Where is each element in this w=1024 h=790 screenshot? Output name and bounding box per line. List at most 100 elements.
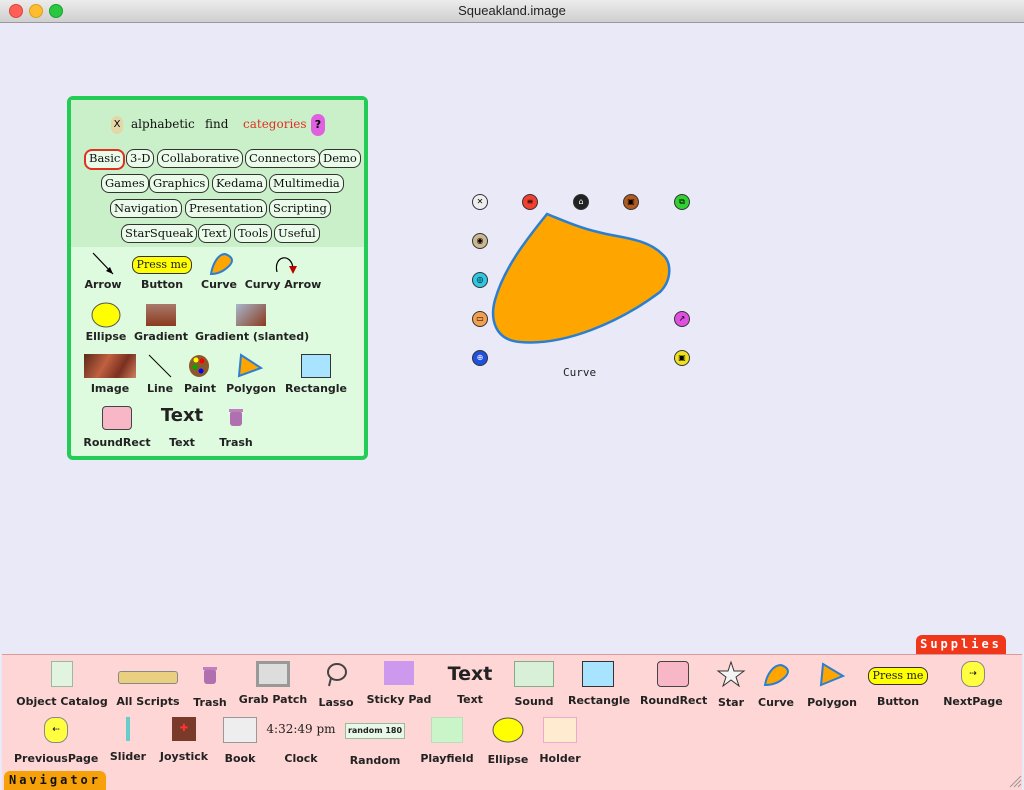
sticky-pad-icon	[384, 661, 414, 685]
supply-nextpage[interactable]: ⇢ NextPage	[942, 661, 1004, 708]
sound-icon	[514, 661, 554, 687]
category-useful[interactable]: Useful	[274, 224, 320, 243]
curve-name-label[interactable]: Curve	[563, 366, 596, 379]
category-basic[interactable]: Basic	[84, 149, 126, 170]
catalog-help-button[interactable]: ?	[311, 114, 325, 136]
category-starsqueak[interactable]: StarSqueak	[121, 224, 198, 243]
halo-viewer-eye-icon[interactable]: ◎	[472, 272, 488, 288]
supply-clock[interactable]: 4:32:49 pm Clock	[264, 717, 338, 765]
supply-grab-patch[interactable]: Grab Patch	[238, 661, 308, 706]
paint-palette-icon	[189, 355, 209, 377]
halo-duplicate-icon[interactable]: ⧉	[674, 194, 690, 210]
supply-rectangle[interactable]: Rectangle	[568, 661, 630, 707]
catalog-item-text[interactable]: Text Text	[157, 404, 207, 449]
lasso-icon	[327, 663, 347, 687]
halo-menu-icon[interactable]: ≡	[522, 194, 538, 210]
trash-icon	[203, 667, 217, 684]
supply-text[interactable]: Text Text	[442, 661, 498, 706]
catalog-close-button[interactable]: X	[111, 116, 123, 134]
supply-sound[interactable]: Sound	[506, 661, 562, 708]
category-kedama[interactable]: Kedama	[212, 174, 268, 193]
resize-grip-icon[interactable]	[1008, 774, 1022, 788]
gradient-slanted-swatch	[236, 304, 266, 326]
catalog-item-curve[interactable]: Curve	[199, 250, 239, 291]
curve-icon	[763, 663, 789, 687]
polygon-icon	[819, 662, 846, 687]
line-icon	[148, 354, 172, 378]
playfield-icon	[431, 717, 463, 743]
curvy-arrow-icon	[275, 257, 297, 274]
halo-move-icon[interactable]: ▣	[623, 194, 639, 210]
supply-joystick[interactable]: ✚ Joystick	[156, 717, 212, 763]
object-catalog[interactable]: X alphabetic find categories ? Basic 3-D…	[67, 96, 368, 460]
category-text[interactable]: Text	[198, 224, 231, 243]
supply-holder[interactable]: Holder	[538, 717, 582, 765]
supply-ellipse[interactable]: Ellipse	[484, 717, 532, 766]
supply-previouspage[interactable]: ⇠ PreviousPage	[14, 717, 98, 765]
category-tools[interactable]: Tools	[234, 224, 273, 243]
supply-button[interactable]: Press me Button	[866, 661, 930, 708]
supply-playfield[interactable]: Playfield	[416, 717, 478, 765]
catalog-item-roundrect[interactable]: RoundRect	[83, 404, 151, 449]
supply-book[interactable]: Book	[220, 717, 260, 765]
supply-sticky-pad[interactable]: Sticky Pad	[364, 661, 434, 706]
catalog-header: X alphabetic find categories ? Basic 3-D…	[71, 100, 364, 247]
halo-tile-icon[interactable]: ▭	[472, 311, 488, 327]
catalog-item-arrow[interactable]: Arrow	[83, 250, 123, 291]
category-graphics[interactable]: Graphics	[149, 174, 210, 193]
catalog-item-rectangle[interactable]: Rectangle	[283, 352, 349, 395]
polygon-icon	[237, 353, 264, 378]
supply-trash[interactable]: Trash	[190, 661, 230, 709]
supply-all-scripts[interactable]: All Scripts	[115, 661, 181, 708]
button-preview: Press me	[868, 667, 928, 685]
catalog-item-gradient-slanted[interactable]: Gradient (slanted)	[195, 300, 309, 343]
navigator-flap-tab[interactable]: Navigator	[4, 771, 106, 790]
catalog-item-trash[interactable]: Trash	[213, 404, 259, 449]
roundrect-swatch	[102, 406, 132, 430]
supply-star[interactable]: Star	[714, 660, 748, 709]
grab-patch-icon	[256, 661, 290, 687]
halo-dismiss-icon[interactable]: ✕	[472, 194, 488, 210]
halo-debug-icon[interactable]: ◉	[472, 233, 488, 249]
all-scripts-icon	[118, 671, 178, 684]
supply-roundrect[interactable]: RoundRect	[640, 661, 707, 707]
book-icon	[223, 717, 257, 743]
category-navigation[interactable]: Navigation	[110, 199, 182, 218]
catalog-item-image[interactable]: Image	[83, 352, 137, 395]
catalog-item-ellipse[interactable]: Ellipse	[83, 300, 129, 343]
halo-color-picker-icon[interactable]: ↗	[674, 311, 690, 327]
curve-shape[interactable]	[470, 190, 700, 370]
supply-curve[interactable]: Curve	[756, 661, 796, 709]
halo-rotate-icon[interactable]: ⊕	[472, 350, 488, 366]
holder-icon	[543, 717, 577, 743]
category-connectors[interactable]: Connectors	[245, 149, 320, 168]
tab-find[interactable]: find	[205, 117, 228, 131]
halo-pickup-icon[interactable]: ⌂	[573, 194, 589, 210]
category-multimedia[interactable]: Multimedia	[269, 174, 344, 193]
catalog-item-paint[interactable]: Paint	[181, 352, 219, 395]
category-3d[interactable]: 3-D	[126, 149, 155, 168]
supply-polygon[interactable]: Polygon	[806, 661, 858, 709]
catalog-item-polygon[interactable]: Polygon	[223, 352, 279, 395]
window-title-bar[interactable]: Squeakland.image	[0, 0, 1024, 23]
category-collaborative[interactable]: Collaborative	[157, 149, 244, 168]
catalog-item-line[interactable]: Line	[143, 352, 177, 395]
next-page-icon: ⇢	[961, 661, 985, 687]
tab-alphabetic[interactable]: alphabetic	[131, 117, 195, 131]
previous-page-icon: ⇠	[44, 717, 68, 743]
tab-categories[interactable]: categories	[243, 117, 307, 131]
catalog-item-button[interactable]: Press me Button	[129, 250, 195, 291]
supply-lasso[interactable]: Lasso	[316, 661, 356, 709]
supplies-flap-tab[interactable]: Supplies	[916, 635, 1006, 654]
category-games[interactable]: Games	[101, 174, 149, 193]
category-presentation[interactable]: Presentation	[185, 199, 268, 218]
category-demo[interactable]: Demo	[319, 149, 361, 168]
supply-random[interactable]: random 180 Random	[342, 717, 408, 767]
category-scripting[interactable]: Scripting	[269, 199, 331, 218]
supply-object-catalog[interactable]: Object Catalog	[16, 661, 108, 708]
supply-slider[interactable]: Slider	[108, 717, 148, 763]
catalog-item-gradient[interactable]: Gradient	[133, 300, 189, 343]
catalog-item-curvy-arrow[interactable]: Curvy Arrow	[243, 250, 323, 291]
roundrect-icon	[657, 661, 689, 687]
halo-resize-icon[interactable]: ▣	[674, 350, 690, 366]
